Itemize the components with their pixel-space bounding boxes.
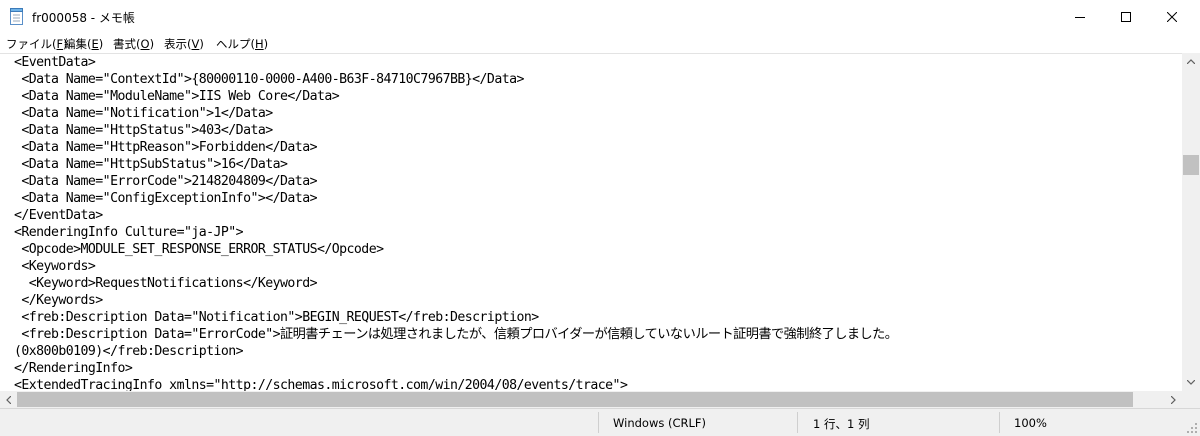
status-divider xyxy=(598,412,599,433)
title-bar[interactable]: fr000058 - メモ帳 xyxy=(0,0,1200,33)
status-bar: Windows (CRLF) 1 行、1 列 100% xyxy=(0,408,1200,436)
editor-line: <EventData> xyxy=(14,55,96,70)
scroll-right-button[interactable] xyxy=(1165,391,1182,408)
horizontal-scrollbar[interactable] xyxy=(0,391,1182,408)
menu-edit[interactable]: 編集(E) xyxy=(64,36,103,52)
scroll-up-button[interactable] xyxy=(1182,53,1200,70)
menu-help[interactable]: ヘルプ(H) xyxy=(216,36,268,52)
chevron-left-icon xyxy=(6,395,11,404)
menu-file[interactable]: ファイル(F) xyxy=(6,36,68,52)
editor-line: <freb:Description Data="Notification">BE… xyxy=(14,310,539,325)
close-icon xyxy=(1167,11,1177,22)
text-editor[interactable]: <EventData> <Data Name="ContextId">{8000… xyxy=(0,53,1182,392)
menu-format[interactable]: 書式(O) xyxy=(113,36,154,52)
editor-line: <RenderingInfo Culture="ja-JP"> xyxy=(14,225,244,240)
chevron-down-icon xyxy=(1187,380,1195,385)
window-title: fr000058 - メモ帳 xyxy=(32,11,135,25)
editor-line: <Data Name="HttpSubStatus">16</Data> xyxy=(14,157,288,172)
cursor-position-status: 1 行、1 列 xyxy=(813,417,870,431)
scrollbar-corner xyxy=(1182,391,1200,408)
editor-line: <Opcode>MODULE_SET_RESPONSE_ERROR_STATUS… xyxy=(14,242,384,257)
editor-line: <Data Name="ConfigExceptionInfo"></Data> xyxy=(14,191,317,206)
scroll-left-button[interactable] xyxy=(0,391,17,408)
editor-line: <Data Name="HttpStatus">403</Data> xyxy=(14,123,273,138)
menu-view[interactable]: 表示(V) xyxy=(164,36,204,52)
chevron-up-icon xyxy=(1187,59,1195,64)
status-divider xyxy=(999,412,1000,433)
menu-bar: ファイル(F) 編集(E) 書式(O) 表示(V) ヘルプ(H) xyxy=(0,33,1200,53)
editor-line: (0x800b0109)</freb:Description> xyxy=(14,344,244,359)
scroll-down-button[interactable] xyxy=(1182,374,1200,391)
vertical-scrollbar[interactable] xyxy=(1182,53,1200,391)
resize-grip-icon[interactable] xyxy=(1186,422,1198,434)
horizontal-scroll-thumb[interactable] xyxy=(17,392,1133,407)
editor-line: <Data Name="ModuleName">IIS Web Core</Da… xyxy=(14,89,340,104)
close-button[interactable] xyxy=(1149,0,1195,33)
editor-line: <freb:Description Data="ErrorCode">証明書チェ… xyxy=(14,327,898,342)
editor-line: <Data Name="ContextId">{80000110-0000-A4… xyxy=(14,72,524,87)
editor-line: </Keywords> xyxy=(14,293,103,308)
editor-line: <ExtendedTracingInfo xmlns="http://schem… xyxy=(14,378,628,392)
minimize-icon xyxy=(1075,16,1085,18)
editor-line: </EventData> xyxy=(14,208,103,223)
maximize-button[interactable] xyxy=(1103,0,1149,33)
editor-line: <Data Name="HttpReason">Forbidden</Data> xyxy=(14,140,317,155)
vertical-scroll-thumb[interactable] xyxy=(1183,155,1199,175)
line-ending-status: Windows (CRLF) xyxy=(613,416,707,430)
editor-line: <Keywords> xyxy=(14,259,96,274)
zoom-level-status: 100% xyxy=(1014,416,1047,430)
editor-line: <Data Name="ErrorCode">2148204809</Data> xyxy=(14,174,317,189)
notepad-icon xyxy=(9,8,25,25)
editor-line: <Data Name="Notification">1</Data> xyxy=(14,106,273,121)
chevron-right-icon xyxy=(1171,395,1176,404)
minimize-button[interactable] xyxy=(1057,0,1103,33)
editor-line: </RenderingInfo> xyxy=(14,361,133,376)
editor-line: <Keyword>RequestNotifications</Keyword> xyxy=(14,276,318,291)
maximize-icon xyxy=(1121,11,1131,22)
status-divider xyxy=(797,412,798,433)
